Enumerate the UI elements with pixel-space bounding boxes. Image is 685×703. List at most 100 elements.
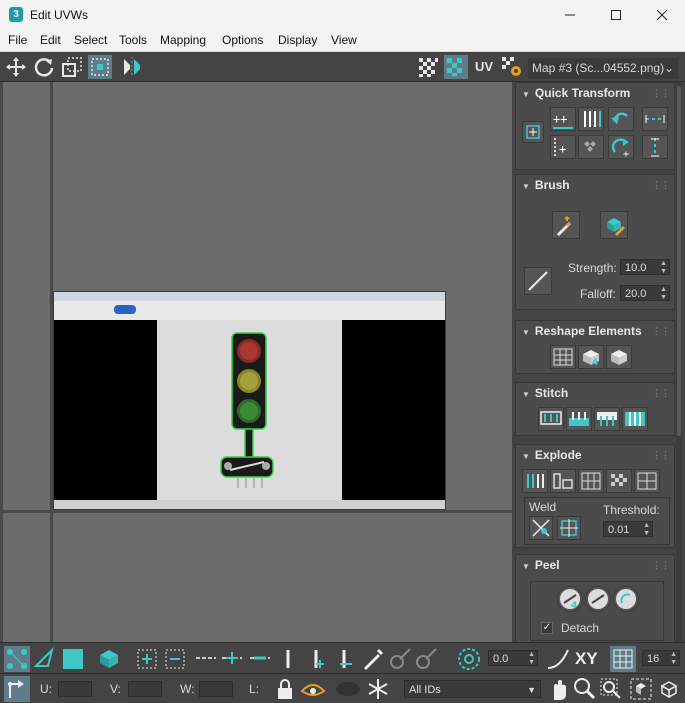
material-id-dropdown[interactable]: All IDs ▼	[404, 680, 541, 698]
relax-element-button[interactable]: 4	[578, 345, 604, 369]
grid-snap-icon[interactable]	[610, 646, 636, 672]
scrollbar-thumb[interactable]	[677, 86, 681, 436]
peel-reset-button[interactable]	[613, 586, 639, 612]
v-field[interactable]	[128, 681, 162, 697]
zoom-extents-icon[interactable]	[628, 676, 654, 702]
stitch-average-button[interactable]	[622, 407, 648, 431]
paint-move-button[interactable]	[552, 211, 580, 239]
detach-edge-button[interactable]	[550, 469, 576, 493]
stitch-to-target-button[interactable]	[594, 407, 620, 431]
menu-mapping[interactable]: Mapping	[160, 33, 206, 47]
stitch-to-source-button[interactable]	[566, 407, 592, 431]
loop-shrink-icon[interactable]	[220, 646, 244, 672]
menu-display[interactable]: Display	[278, 33, 317, 47]
rollout-header[interactable]: ▼ Reshape Elements ⋮⋮	[516, 321, 674, 341]
spinner-arrows-icon[interactable]: ▲ ▼	[670, 651, 677, 667]
ring-grow-icon[interactable]	[278, 646, 298, 672]
maximize-button[interactable]	[593, 0, 639, 30]
close-button[interactable]	[639, 0, 685, 30]
rotate-ccw-button[interactable]	[608, 107, 634, 131]
vertex-select-icon[interactable]	[4, 646, 30, 672]
spinner-arrows-icon[interactable]: ▲ ▼	[660, 286, 667, 302]
menu-options[interactable]: Options	[222, 33, 263, 47]
falloff-spinner[interactable]: 20.0 ▲ ▼	[620, 285, 670, 301]
soft-select-value-spinner[interactable]: 0.0 ▲ ▼	[488, 650, 538, 666]
flatten-by-smoothing-button[interactable]	[606, 469, 632, 493]
soft-selection-icon[interactable]	[456, 646, 482, 672]
zoom-icon[interactable]	[572, 676, 596, 702]
polygon-select-icon[interactable]	[60, 646, 86, 672]
detach-checkbox[interactable]: ✓	[541, 622, 553, 634]
uv-viewport[interactable]	[0, 82, 512, 642]
strength-spinner[interactable]: 10.0 ▲ ▼	[620, 259, 670, 275]
rollout-header[interactable]: ▼ Explode ⋮⋮	[516, 445, 674, 465]
quick-peel-button[interactable]: 4	[557, 586, 583, 612]
ring-shrink-icon[interactable]	[306, 646, 330, 672]
shrink-selection-icon[interactable]	[162, 646, 188, 672]
texture-settings-icon[interactable]	[500, 55, 524, 79]
weld-selected-button[interactable]	[529, 516, 553, 540]
weld-target-button[interactable]	[557, 516, 581, 540]
xy-toggle[interactable]: XY	[575, 649, 598, 669]
grid-reshape-button[interactable]	[550, 345, 576, 369]
paint-select-grow-icon[interactable]	[388, 646, 412, 672]
freeze-icon[interactable]	[366, 677, 390, 701]
rotate-cw-button[interactable]: +	[608, 135, 634, 160]
zoom-selected-icon[interactable]	[656, 676, 682, 702]
flatten-by-polygon-button[interactable]	[578, 469, 604, 493]
loop-grow-icon[interactable]	[194, 646, 218, 672]
ring-select-icon[interactable]	[248, 646, 272, 672]
rollout-header[interactable]: ▼ Stitch ⋮⋮	[516, 383, 674, 403]
w-field[interactable]	[199, 681, 233, 697]
spacing-horizontal-button[interactable]	[642, 107, 668, 131]
edge-select-icon[interactable]	[32, 646, 58, 672]
freeform-icon[interactable]	[88, 55, 112, 79]
spacing-vertical-button[interactable]	[642, 135, 668, 159]
rollout-header[interactable]: ▼ Brush ⋮⋮	[516, 175, 674, 195]
stitch-custom-button[interactable]	[538, 407, 564, 431]
align-horizontal-button[interactable]: ++	[550, 107, 576, 131]
hide-icon[interactable]	[334, 677, 362, 701]
move-icon[interactable]	[4, 55, 28, 79]
spinner-arrows-icon[interactable]: ▲ ▼	[528, 651, 535, 667]
paint-select-shrink-icon[interactable]	[414, 646, 438, 672]
pan-icon[interactable]	[546, 676, 570, 702]
mirror-icon[interactable]	[120, 55, 144, 79]
checker-icon[interactable]	[416, 55, 440, 79]
peel-mode-button[interactable]	[585, 586, 611, 612]
menu-view[interactable]: View	[331, 33, 357, 47]
element-select-icon[interactable]	[96, 646, 122, 672]
spinner-arrows-icon[interactable]: ▲ ▼	[643, 522, 650, 538]
rollout-header[interactable]: ▼ Peel ⋮⋮	[516, 555, 674, 575]
menu-tools[interactable]: Tools	[119, 33, 147, 47]
rotate-icon[interactable]	[32, 55, 56, 79]
zoom-region-icon[interactable]	[598, 676, 624, 702]
grow-selection-icon[interactable]	[134, 646, 160, 672]
u-field[interactable]	[58, 681, 92, 697]
align-vertical-button[interactable]	[578, 107, 604, 131]
ring-minus-icon[interactable]	[334, 646, 358, 672]
falloff-type-icon[interactable]	[546, 646, 570, 672]
minimize-button[interactable]	[547, 0, 593, 30]
flatten-by-material-button[interactable]	[634, 469, 660, 493]
brush-falloff-button[interactable]	[524, 267, 552, 295]
uv-shell-traffic-light[interactable]	[216, 330, 280, 490]
panel-scrollbar[interactable]	[676, 82, 682, 642]
rollout-header[interactable]: ▼ Quick Transform ⋮⋮	[516, 83, 674, 103]
show-map-icon[interactable]	[444, 55, 468, 79]
menu-edit[interactable]: Edit	[40, 33, 61, 47]
menu-select[interactable]: Select	[74, 33, 107, 47]
align-center-button[interactable]	[522, 121, 544, 143]
align-top-button[interactable]: +	[550, 135, 576, 159]
menu-file[interactable]: File	[8, 33, 27, 47]
absolute-offset-icon[interactable]	[4, 676, 30, 702]
threshold-spinner[interactable]: 0.01 ▲ ▼	[603, 521, 653, 537]
relax-brush-button[interactable]	[600, 211, 628, 239]
lock-icon[interactable]	[274, 677, 296, 701]
uv-toggle[interactable]: UV	[475, 59, 493, 74]
grid-size-spinner[interactable]: 16 ▲ ▼	[642, 650, 680, 666]
scale-icon[interactable]	[60, 55, 84, 79]
cube-element-button[interactable]	[606, 345, 632, 369]
spinner-arrows-icon[interactable]: ▲ ▼	[660, 260, 667, 276]
paint-select-icon[interactable]	[360, 646, 384, 672]
